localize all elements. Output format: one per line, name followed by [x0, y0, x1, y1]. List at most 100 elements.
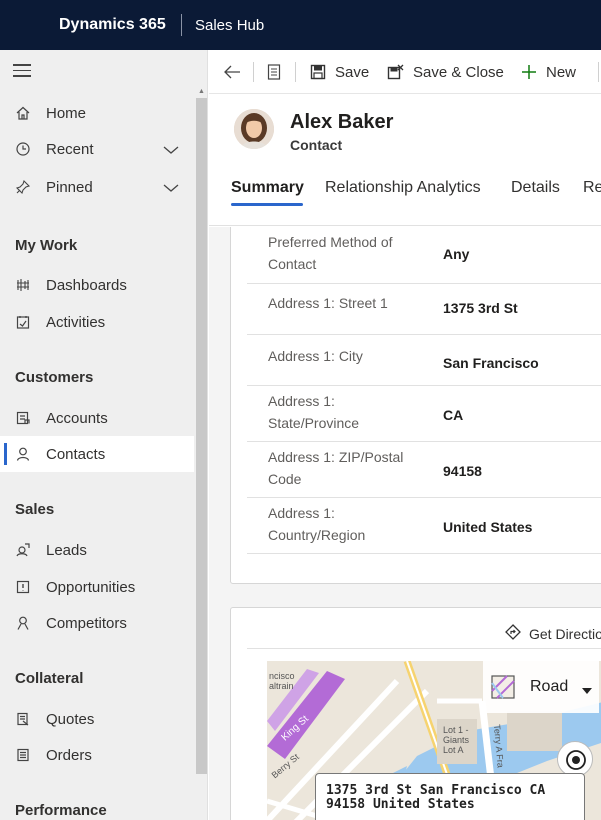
map-section: Get Directio ncisco altrain King St Berr… [230, 607, 601, 820]
sidebar-item-pinned[interactable]: Pinned [0, 169, 194, 205]
new-button[interactable]: New [520, 50, 576, 94]
sidebar-item-accounts[interactable]: Accounts [0, 400, 194, 436]
caret-down-icon[interactable] [581, 682, 593, 699]
sidebar-item-label: Contacts [46, 445, 106, 463]
field-value[interactable]: CA [443, 407, 463, 423]
field-value[interactable]: San Francisco [443, 355, 539, 371]
tab-details[interactable]: Details [511, 179, 560, 197]
header-divider [181, 14, 182, 36]
form-content-area: Preferred Method of Contact Any Address … [209, 227, 601, 820]
divider [247, 648, 601, 649]
sidebar-item-label: Pinned [46, 178, 93, 196]
directions-icon [505, 624, 521, 643]
sidebar-item-leads[interactable]: Leads [0, 532, 194, 568]
form-view-button[interactable] [265, 50, 291, 94]
field-row-country: Address 1: Country/Region United States [247, 498, 601, 554]
sidebar-item-label: Orders [46, 746, 92, 764]
command-divider [253, 62, 254, 82]
back-button[interactable] [223, 50, 249, 94]
sidebar-item-label: Dashboards [46, 276, 127, 294]
sidebar-item-orders[interactable]: Orders [0, 737, 194, 773]
sidebar-item-contacts[interactable]: Contacts [0, 436, 194, 472]
get-directions-button[interactable]: Get Directio [505, 624, 601, 643]
field-value[interactable]: 1375 3rd St [443, 300, 518, 316]
locate-me-button[interactable] [557, 741, 593, 777]
orders-icon [14, 746, 32, 764]
sidebar-scrollbar[interactable]: ▲ [196, 88, 207, 774]
scroll-up-arrow-icon[interactable]: ▲ [198, 88, 205, 95]
sidebar-item-recent[interactable]: Recent [0, 131, 194, 167]
sidebar-item-dashboards[interactable]: Dashboards [0, 267, 194, 303]
activities-icon [14, 313, 32, 331]
clock-icon [14, 140, 32, 158]
tab-relationship-analytics[interactable]: Relationship Analytics [325, 179, 481, 197]
app-header-bar: Dynamics 365 Sales Hub [0, 0, 601, 50]
dashboard-icon [14, 276, 32, 294]
field-value[interactable]: Any [443, 246, 469, 262]
get-directions-label: Get Directio [529, 625, 601, 642]
save-close-label: Save & Close [413, 63, 504, 81]
competitors-icon [14, 614, 32, 632]
save-label: Save [335, 63, 370, 81]
field-label: Address 1: Street 1 [268, 295, 388, 311]
map-style-selector[interactable]: Road [483, 661, 599, 713]
quotes-icon [14, 710, 32, 728]
back-arrow-icon [223, 63, 241, 81]
sidebar-item-label: Competitors [46, 614, 127, 632]
active-tab-indicator [231, 203, 303, 206]
chevron-down-icon[interactable] [162, 181, 180, 198]
accounts-icon [14, 409, 32, 427]
pin-icon [14, 178, 32, 196]
sidebar-item-label: Home [46, 104, 87, 122]
command-bar: Save Save & Close New [209, 50, 601, 94]
sidebar-item-quotes[interactable]: Quotes [0, 701, 194, 737]
save-and-close-button[interactable]: Save & Close [387, 50, 504, 94]
record-name: Alex Baker [290, 111, 394, 133]
infobox-address-line2: 94158 United States [326, 797, 475, 812]
sidebar-item-label: Quotes [46, 710, 95, 728]
map-label-caltrain: ncisco altrain [269, 671, 295, 691]
command-divider [598, 62, 599, 82]
opportunities-icon [14, 578, 32, 596]
sidebar-item-label: Opportunities [46, 578, 136, 596]
tab-summary[interactable]: Summary [231, 179, 304, 197]
field-row-city: Address 1: City San Francisco [247, 335, 601, 386]
sidebar-item-activities[interactable]: Activities [0, 304, 194, 340]
record-header: Alex Baker Contact Summary Relationship … [209, 94, 601, 226]
home-icon [14, 104, 32, 122]
road-map-icon [491, 675, 515, 703]
field-label: Address 1: Country/Region [268, 505, 366, 543]
field-value[interactable]: United States [443, 519, 532, 535]
sidebar-item-opportunities[interactable]: Opportunities [0, 569, 194, 605]
save-close-icon [387, 63, 405, 81]
sidebar-item-competitors[interactable]: Competitors [0, 605, 194, 641]
field-label: Address 1: City [268, 348, 363, 364]
infobox-address-line1: 1375 3rd St San Francisco CA [326, 783, 546, 798]
sidebar-item-label: Recent [46, 140, 94, 158]
form-icon [265, 63, 283, 81]
map-label-lot: Lot 1 - Giants Lot A [443, 725, 470, 755]
contact-info-section: Preferred Method of Contact Any Address … [230, 227, 601, 584]
sidebar-item-label: Activities [46, 313, 106, 331]
section-title-collateral: Collateral [15, 670, 84, 687]
map-style-label: Road [530, 678, 569, 695]
new-label: New [546, 63, 577, 81]
plus-icon [520, 63, 538, 81]
hub-name[interactable]: Sales Hub [195, 17, 264, 34]
hamburger-menu-icon[interactable] [13, 64, 31, 78]
sidebar-item-label: Leads [46, 541, 87, 559]
chevron-down-icon[interactable] [162, 143, 180, 160]
section-title-performance: Performance [15, 802, 107, 819]
field-label: Address 1: ZIP/Postal Code [268, 449, 404, 487]
section-title-my-work: My Work [15, 237, 78, 254]
field-row-street: Address 1: Street 1 1375 3rd St [247, 284, 601, 335]
save-button[interactable]: Save [309, 50, 369, 94]
field-label: Preferred Method of Contact [268, 234, 393, 272]
tab-related[interactable]: Re [583, 179, 601, 197]
command-divider [295, 62, 296, 82]
app-name[interactable]: Dynamics 365 [59, 16, 166, 34]
field-value[interactable]: 94158 [443, 463, 482, 479]
section-title-customers: Customers [15, 369, 94, 386]
map-view[interactable]: ncisco altrain King St Berry St Lot 1 - … [267, 661, 601, 820]
sidebar-item-home[interactable]: Home [0, 95, 194, 131]
